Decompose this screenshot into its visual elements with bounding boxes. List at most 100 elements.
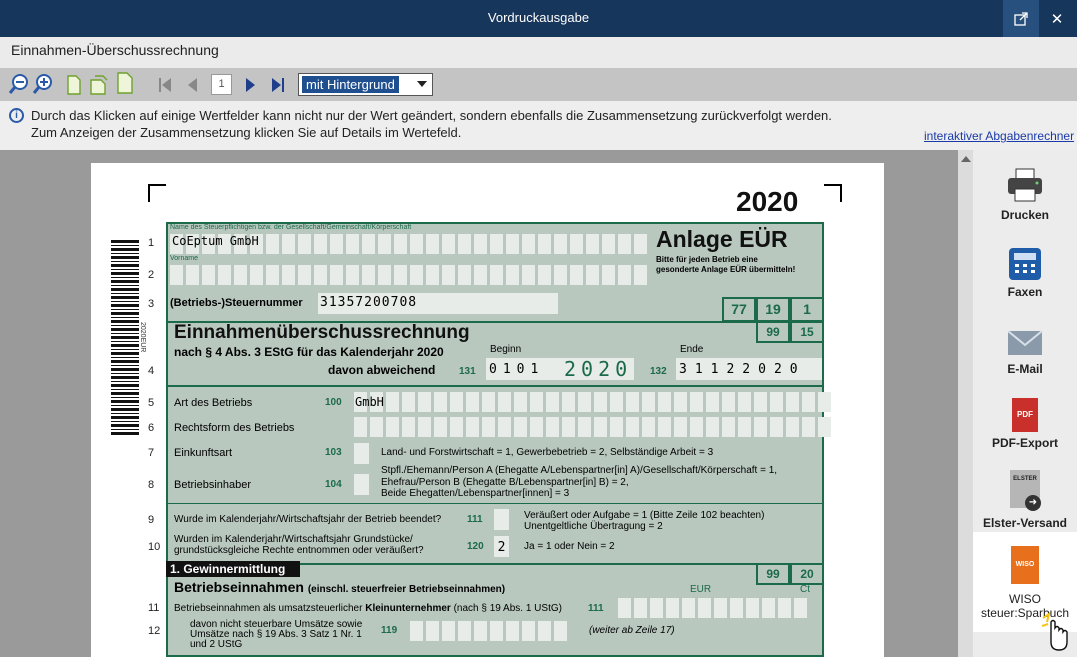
- art-boxes[interactable]: [354, 392, 831, 412]
- page-width-icon[interactable]: [90, 74, 108, 96]
- code-box: 77: [722, 297, 756, 322]
- grund-hint: Ja = 1 oder Nein = 2: [524, 541, 615, 552]
- elster-send-button[interactable]: ELSTER ➜ Elster-Versand: [973, 470, 1077, 532]
- pdf-export-label: PDF-Export: [992, 436, 1058, 450]
- vorname-boxes[interactable]: [170, 265, 647, 285]
- line-number: 4: [148, 365, 155, 377]
- code-box: 20: [790, 563, 824, 585]
- fax-icon: [1009, 248, 1041, 280]
- grund-field[interactable]: 2: [494, 536, 509, 557]
- info-icon: i: [9, 108, 24, 123]
- last-page-icon[interactable]: [270, 74, 286, 96]
- anlage-subtitle-1: Bitte für jeden Betrieb eine: [656, 255, 758, 264]
- line-number: 12: [148, 625, 161, 637]
- einnahmen-subtitle: (einschl. steuerfreier Betriebseinnahmen…: [307, 584, 506, 595]
- line-number: 5: [148, 397, 155, 409]
- line-number: 3: [148, 298, 155, 310]
- background-select[interactable]: mit Hintergrund: [298, 73, 433, 96]
- ct-label: Ct: [800, 584, 810, 595]
- weiter-hint: (weiter ab Zeile 17): [589, 625, 675, 636]
- art-label: Art des Betriebs: [174, 397, 253, 409]
- einnahmen-title-text: Betriebseinnahmen: [174, 579, 304, 595]
- abgabenrechner-link[interactable]: interaktiver Abgabenrechner: [924, 129, 1074, 143]
- betriebsinhaber-field[interactable]: [354, 474, 369, 495]
- line-number: 11: [148, 602, 160, 614]
- next-page-icon[interactable]: [244, 74, 258, 96]
- scroll-up-icon[interactable]: [961, 156, 971, 162]
- email-button[interactable]: E-Mail: [973, 327, 1077, 379]
- envelope-icon: [1007, 330, 1043, 355]
- zoom-out-icon[interactable]: [8, 73, 30, 95]
- art-value[interactable]: GmbH: [355, 395, 384, 409]
- pdf-export-button[interactable]: PDF PDF-Export: [973, 398, 1077, 456]
- fax-label: Faxen: [1007, 285, 1043, 299]
- info-text-line2: Zum Anzeigen der Zusammensetzung klicken…: [31, 125, 462, 140]
- wiso-label-line1: WISO: [1009, 592, 1041, 606]
- chevron-down-icon: [417, 81, 427, 87]
- einkunftsart-label: Einkunftsart: [174, 447, 233, 459]
- ende-date-field[interactable]: 31122020: [676, 358, 822, 380]
- code-box: 1: [790, 297, 824, 322]
- print-button[interactable]: Drucken: [973, 165, 1077, 225]
- hand-cursor-icon: [1041, 611, 1069, 652]
- previous-page-icon[interactable]: [186, 74, 198, 96]
- steuernummer-label: (Betriebs-)Steuernummer: [170, 297, 303, 309]
- inhaber-hint-2: Ehefrau/Person B (Ehegatte B/Lebenspartn…: [381, 477, 629, 488]
- window-titlebar: Vordruckausgabe ✕: [0, 0, 1077, 37]
- beginn-day-month: 0101: [489, 362, 545, 377]
- einkunftsart-field[interactable]: [354, 443, 369, 464]
- ende-value: 31122020: [679, 362, 806, 377]
- email-label: E-Mail: [1007, 362, 1043, 376]
- anlage-subtitle-2: gesonderte Anlage EÜR übermitteln!: [656, 265, 796, 274]
- field-code: 132: [650, 366, 667, 377]
- main-subtitle: nach § 4 Abs. 3 EStG für das Kalenderjah…: [174, 345, 444, 359]
- line-number: 1: [148, 237, 155, 249]
- rechtsform-boxes[interactable]: [354, 417, 831, 437]
- abweichend-label: davon abweichend: [328, 363, 436, 377]
- nicht-steuerbar-field[interactable]: [410, 621, 567, 641]
- line-number: 6: [148, 422, 155, 434]
- arrow-right-circle-icon: ➜: [1025, 495, 1041, 511]
- elster-send-label: Elster-Versand: [982, 516, 1068, 530]
- klein-label-c: (nach § 19 Abs. 1 UStG): [450, 603, 562, 614]
- divider: [166, 503, 824, 504]
- code-box: 99: [756, 321, 790, 343]
- ende-label: Ende: [680, 344, 704, 355]
- beginn-date-field[interactable]: 0101 2020: [486, 357, 634, 381]
- first-page-icon[interactable]: [158, 74, 172, 96]
- betriebsinhaber-label: Betriebsinhaber: [174, 479, 252, 491]
- main-title: Einnahmenüberschussrechnung: [174, 322, 470, 343]
- eur-label: EUR: [690, 584, 712, 595]
- form-year: 2020: [736, 186, 799, 217]
- grund-label-2: grundstücksgleiche Rechte entnommen oder…: [174, 545, 424, 556]
- printer-icon: [1008, 168, 1042, 202]
- inhaber-hint-1: Stpfl./Ehemann/Person A (Ehegatte A/Lebe…: [381, 465, 778, 476]
- fax-button[interactable]: Faxen: [973, 244, 1077, 304]
- kleinunternehmer-field[interactable]: [618, 598, 807, 618]
- beendet-field[interactable]: [494, 509, 509, 530]
- line-number: 10: [148, 541, 161, 553]
- beginn-label: Beginn: [490, 344, 522, 355]
- steuernummer-field[interactable]: 31357200708: [318, 293, 558, 314]
- zoom-in-icon[interactable]: [32, 73, 54, 95]
- field-code: 119: [381, 625, 398, 636]
- line-number: 2: [148, 269, 155, 281]
- name-field[interactable]: CoEptum GmbH: [172, 234, 259, 248]
- klein-label-b: Kleinunternehmer: [365, 603, 451, 614]
- document-title: Einnahmen-Überschussrechnung: [0, 37, 1077, 68]
- beendet-label: Wurde im Kalenderjahr/Wirtschaftsjahr de…: [174, 514, 442, 525]
- external-window-icon[interactable]: [1003, 0, 1039, 37]
- field-code: 104: [325, 479, 342, 490]
- vertical-scrollbar[interactable]: [958, 150, 973, 657]
- field-code: 111: [467, 514, 483, 525]
- page-single-icon[interactable]: [66, 74, 82, 96]
- field-code: 131: [459, 366, 476, 377]
- print-label: Drucken: [1000, 208, 1050, 222]
- code-box: 99: [756, 563, 790, 585]
- page-full-icon[interactable]: [116, 72, 134, 94]
- beginn-year: 2020: [564, 357, 633, 381]
- close-icon[interactable]: ✕: [1039, 0, 1075, 37]
- code-box: 19: [756, 297, 790, 322]
- page-number-input[interactable]: 1: [211, 74, 232, 95]
- crop-mark: [824, 184, 842, 202]
